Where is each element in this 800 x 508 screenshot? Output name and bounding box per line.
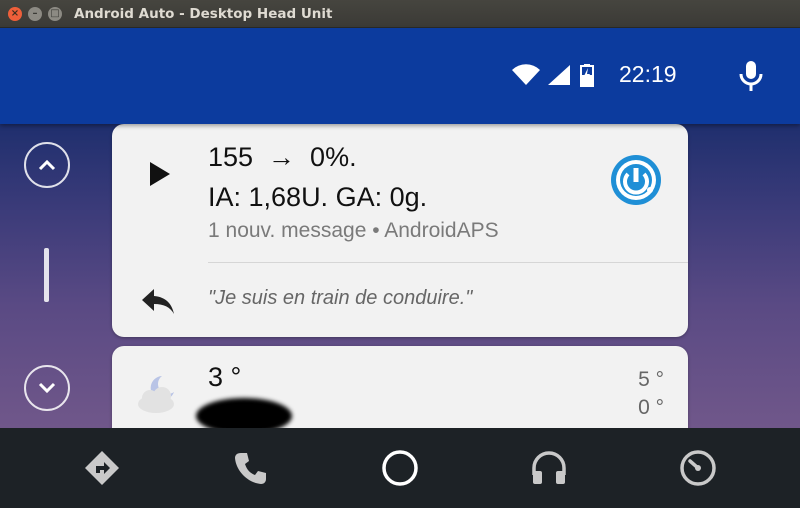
low-temperature: 0 ° — [638, 396, 664, 419]
battery-charging-icon — [580, 64, 594, 87]
mic-icon[interactable] — [738, 60, 764, 92]
dashboard-icon — [680, 450, 716, 486]
night-cloudy-icon — [138, 376, 174, 413]
nav-navigation-button[interactable] — [80, 446, 124, 490]
androidaps-icon — [611, 155, 661, 205]
maximize-window-button[interactable]: □ — [48, 6, 62, 21]
high-temperature: 5 ° — [638, 368, 664, 391]
notification-subtitle: 1 nouv. message • AndroidAPS — [208, 219, 499, 242]
nav-media-button[interactable] — [527, 446, 571, 490]
notification-card[interactable]: 155 → 0%. IA: 1,68U. GA: 0g. 1 nouv. mes… — [112, 124, 688, 337]
nav-phone-button[interactable] — [229, 446, 273, 490]
home-icon — [382, 450, 418, 486]
window-titlebar: × – □ Android Auto - Desktop Head Unit — [0, 0, 800, 28]
play-icon[interactable] — [148, 160, 172, 188]
wifi-icon — [512, 64, 540, 85]
content-area: 155 → 0%. IA: 1,68U. GA: 0g. 1 nouv. mes… — [0, 124, 800, 428]
card-divider — [208, 262, 688, 263]
minimize-window-button[interactable]: – — [28, 6, 42, 21]
scroll-down-button[interactable] — [24, 365, 70, 411]
scroll-up-button[interactable] — [24, 142, 70, 188]
headphones-icon — [532, 451, 566, 484]
redacted-location — [196, 398, 292, 428]
signal-icon — [548, 65, 570, 85]
scroll-indicator — [44, 248, 49, 302]
notification-line-2: IA: 1,68U. GA: 0g. — [208, 182, 428, 212]
reply-icon[interactable] — [140, 287, 176, 315]
chevron-up-icon — [38, 159, 56, 171]
notification-line-1: 155 → 0%. — [208, 142, 357, 172]
bottom-nav-bar — [0, 428, 800, 508]
phone-icon — [235, 453, 266, 484]
chevron-down-icon — [38, 382, 56, 394]
navigation-icon — [85, 451, 119, 485]
weather-card[interactable]: 3 ° 5 ° 0 ° — [112, 346, 688, 428]
window-title: Android Auto - Desktop Head Unit — [74, 5, 333, 22]
nav-dashboard-button[interactable] — [676, 446, 720, 490]
close-window-button[interactable]: × — [8, 6, 22, 21]
nav-home-button[interactable] — [378, 446, 422, 490]
clock: 22:19 — [619, 61, 677, 87]
current-temperature: 3 ° — [208, 362, 242, 392]
status-icons — [512, 63, 598, 87]
auto-reply-text[interactable]: "Je suis en train de conduire." — [208, 287, 472, 310]
status-bar: 22:19 — [0, 28, 800, 124]
